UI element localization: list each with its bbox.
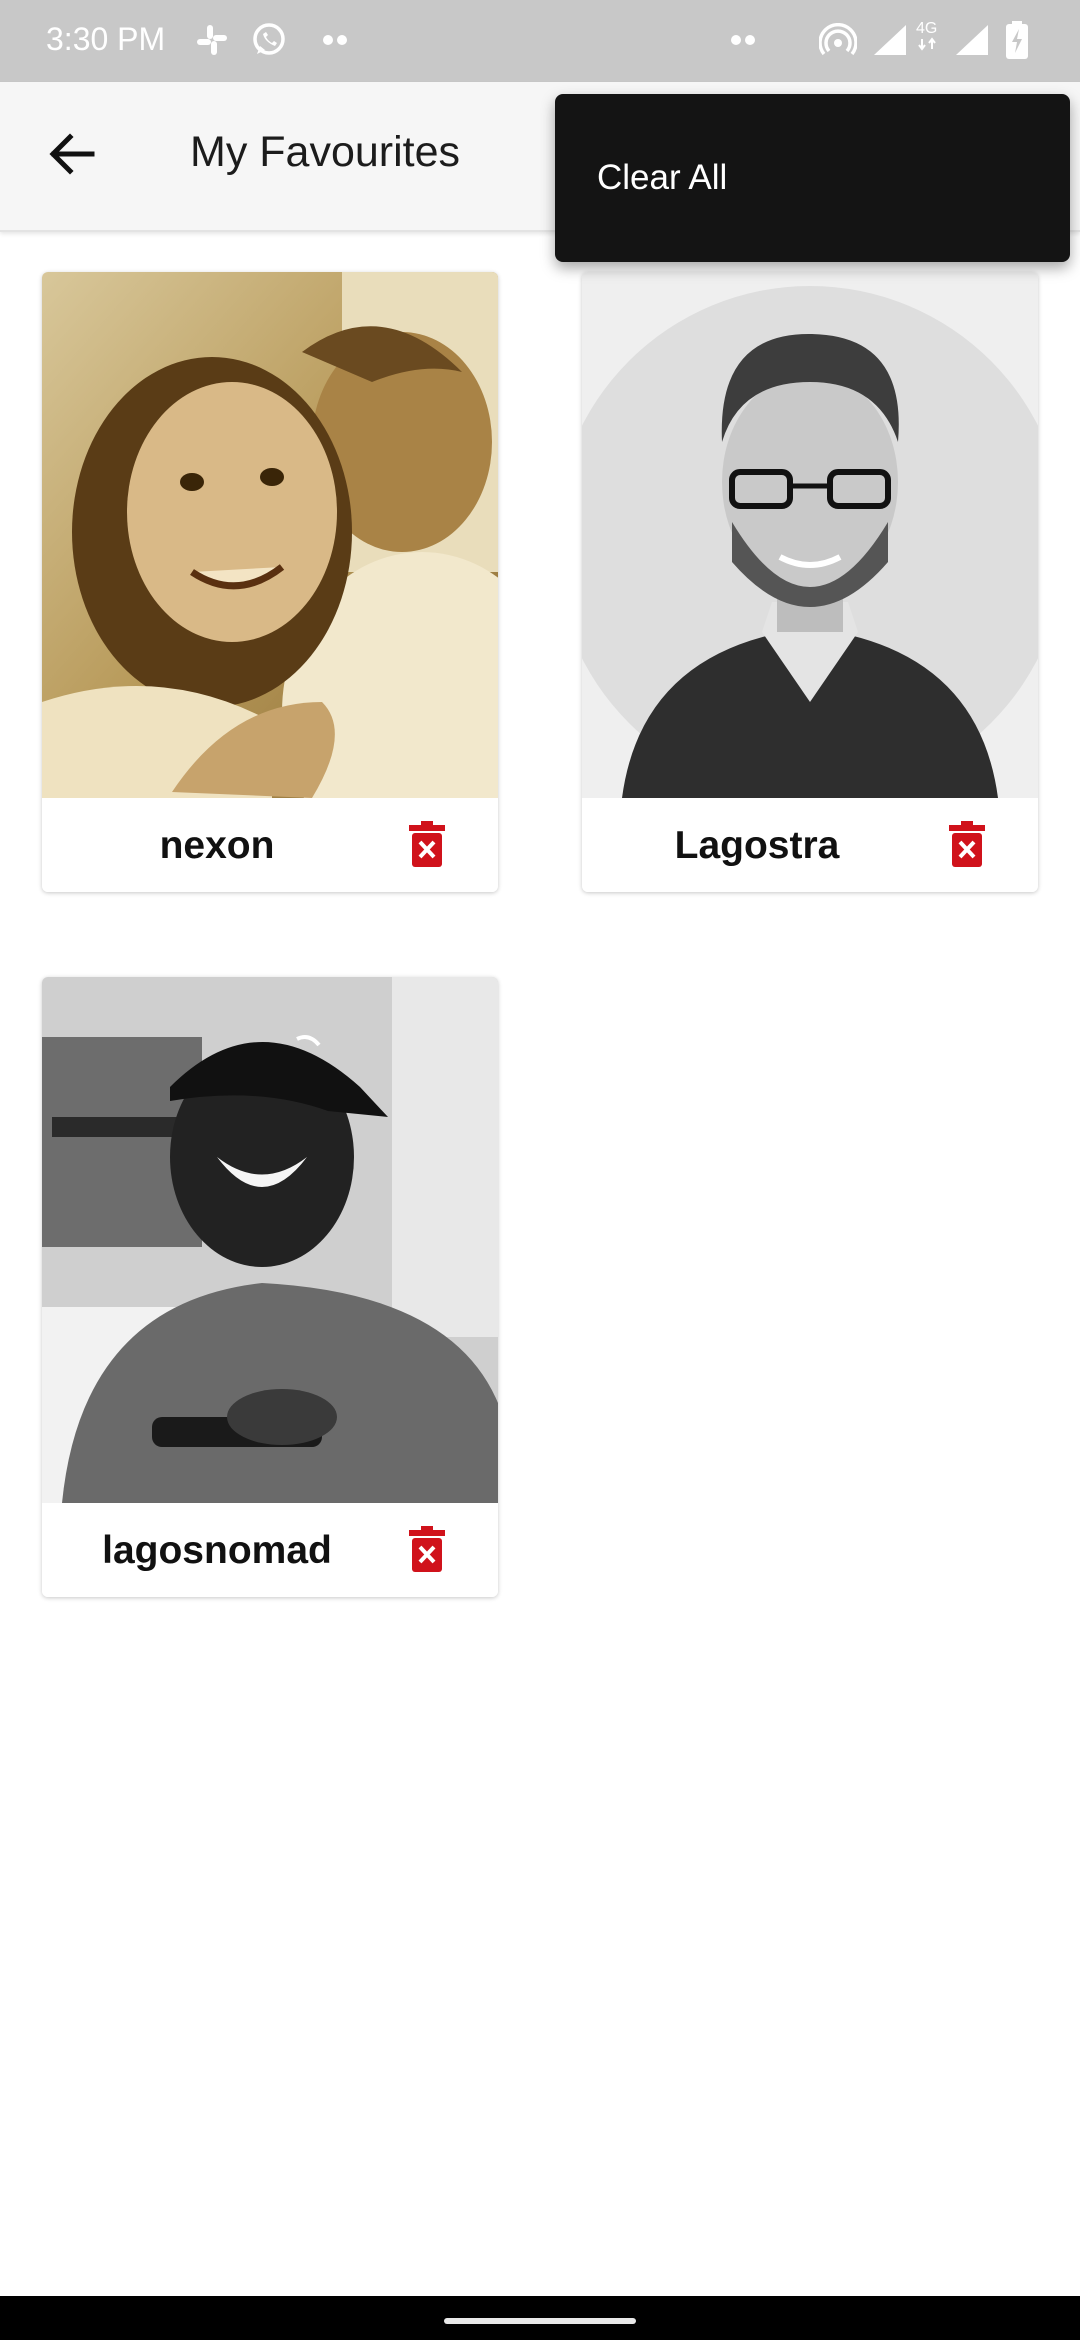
home-indicator[interactable] — [444, 2318, 636, 2324]
svg-text:4G: 4G — [916, 20, 937, 37]
more-notifications-icon — [318, 20, 352, 60]
back-button[interactable] — [38, 122, 106, 190]
favourites-screen: 3:30 PM 4G My Favourites nexon Lagostra … — [0, 0, 1080, 2340]
hotspot-icon — [818, 20, 858, 60]
battery-charging-icon — [1002, 20, 1032, 60]
navigation-bar — [0, 2296, 1080, 2340]
status-time: 3:30 PM — [46, 21, 166, 57]
card-footer: lagosnomad — [42, 1503, 498, 1597]
trash-x-icon — [949, 820, 985, 872]
clear-all-label: Clear All — [597, 158, 728, 197]
arrow-left-icon — [48, 132, 96, 181]
delete-favourite-button[interactable] — [942, 820, 992, 872]
status-bar: 3:30 PM 4G — [0, 0, 1080, 82]
slack-icon — [192, 20, 232, 60]
favourite-name: Lagostra — [674, 824, 840, 867]
trash-x-icon — [409, 1525, 445, 1577]
favourite-name: nexon — [159, 824, 275, 867]
signal-icon — [952, 20, 992, 60]
4g-signal-icon: 4G — [914, 18, 942, 58]
card-footer: nexon — [42, 798, 498, 892]
favourite-card: nexon — [42, 272, 498, 892]
clear-all-menu-item[interactable]: Clear All — [555, 94, 1070, 262]
card-footer: Lagostra — [582, 798, 1038, 892]
profile-photo[interactable] — [42, 977, 498, 1503]
favourite-card: Lagostra — [582, 272, 1038, 892]
signal-icon — [870, 20, 910, 60]
whatsapp-icon — [248, 20, 290, 60]
more-notifications-icon — [726, 20, 760, 60]
delete-favourite-button[interactable] — [402, 820, 452, 872]
trash-x-icon — [409, 820, 445, 872]
profile-photo[interactable] — [582, 272, 1038, 798]
delete-favourite-button[interactable] — [402, 1525, 452, 1577]
favourite-card: lagosnomad — [42, 977, 498, 1597]
page-title: My Favourites — [190, 128, 461, 176]
profile-photo[interactable] — [42, 272, 498, 798]
overflow-menu: Clear All — [555, 94, 1070, 262]
favourite-name: lagosnomad — [102, 1529, 332, 1572]
